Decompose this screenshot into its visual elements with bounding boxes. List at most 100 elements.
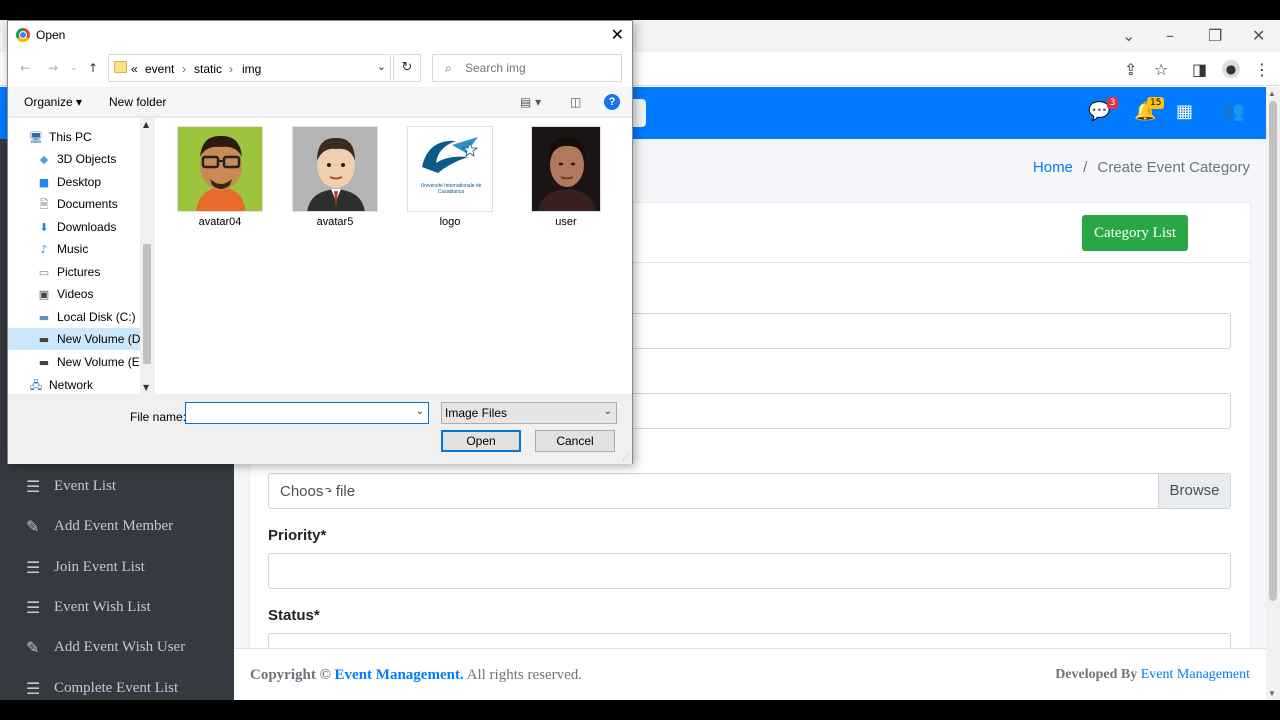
tree-item-pictures[interactable]: ▭ Pictures [8,261,140,283]
page-scrollbar[interactable]: ▲ ▼ [1266,87,1280,700]
open-button[interactable]: Open [441,430,521,452]
dialog-navigation-bar: ← → ⌄ ↑ « event › static › img ⌄ ↻ ⌕ [8,49,632,87]
view-options-icon[interactable]: ▤ ▾ [520,95,541,109]
tree-item-this-pc[interactable]: 🖥 This PC [8,126,140,148]
refresh-button[interactable]: ↻ [393,54,421,82]
tree-item-new-volume-d[interactable]: ▬ New Volume (D:) [8,328,140,350]
sidebar-item-event-wish-list[interactable]: ☰ Event Wish List [26,598,151,617]
breadcrumb-home-link[interactable]: Home [1033,159,1073,176]
file-name-label: File name: [130,410,187,424]
music-icon: ♪ [40,243,48,256]
tree-scroll-down-icon[interactable]: ▼ [143,383,149,392]
restore-button[interactable]: ❐ [1208,26,1222,45]
browse-button[interactable]: Browse [1158,474,1230,508]
messages-icon[interactable]: 💬 3 [1088,97,1119,122]
notifications-icon[interactable]: 🔔 15 [1134,97,1165,122]
menu-kebab-icon[interactable]: ⋮ [1254,60,1270,79]
scroll-down-icon[interactable]: ▼ [1268,689,1276,698]
dialog-close-button[interactable]: ✕ [611,25,624,45]
tree-scrollbar-thumb[interactable] [143,244,151,364]
dialog-search-box[interactable]: ⌕ [432,54,622,82]
tree-item-3d-objects[interactable]: ◆ 3D Objects [8,148,140,170]
file-list-pane: avatar04 avatar5 Université Internationa… [155,118,632,394]
path-segment-event[interactable]: event [145,62,174,76]
path-segment-img[interactable]: img [242,62,261,76]
video-icon: ▣ [38,288,50,301]
tree-item-music[interactable]: ♪ Music [8,238,140,260]
tree-item-desktop[interactable]: ■ Desktop [8,171,140,193]
tree-item-new-volume-e[interactable]: ▬ New Volume (E:) [8,351,140,373]
breadcrumb-current: Create Event Category [1097,159,1250,176]
apps-grid-icon[interactable]: ▦ [1176,101,1193,122]
up-arrow-icon[interactable]: ↑ [88,61,98,75]
sidebar-item-add-event-wish-user[interactable]: ✎ Add Event Wish User [26,638,185,657]
list-icon: ☰ [26,558,41,577]
category-list-button[interactable]: Category List [1082,215,1188,251]
navigation-tree: 🖥 This PC ◆ 3D Objects ■ Desktop 🗎 Documents… [8,118,154,394]
desktop-icon: ■ [38,176,50,189]
share-icon[interactable]: ⇪ [1124,60,1137,79]
minimize-button[interactable]: – [1166,26,1174,45]
chevron-down-icon[interactable]: ⌄ [377,60,386,73]
bookmark-star-icon[interactable]: ☆ [1154,60,1168,79]
cube-icon: ◆ [39,153,49,166]
tree-item-documents[interactable]: 🗎 Documents [8,193,140,215]
list-icon: ☰ [26,477,41,496]
image-file-input[interactable]: Choose file Browse [268,473,1231,509]
dialog-bottom-panel: File name: ⌄ Image Files ⌄ Open Cancel ⋰ [8,394,632,464]
tree-item-downloads[interactable]: ⬇ Downloads [8,216,140,238]
tab-list-icon[interactable]: ⌄ [1122,26,1135,45]
footer-developer-link[interactable]: Event Management [1141,667,1250,682]
file-item-user[interactable]: user [511,126,621,228]
file-type-select[interactable]: Image Files ⌄ [441,402,617,424]
logo-caption: Université Internationale de Casablanca [420,183,482,195]
new-folder-button[interactable]: New folder [109,95,166,109]
avatar5-thumbnail [292,126,378,212]
sidebar-item-complete-event-list[interactable]: ☰ Complete Event List [26,679,178,698]
drive-icon: ▬ [38,356,50,369]
address-path-box[interactable]: « event › static › img ⌄ [108,54,391,82]
tree-item-network[interactable]: 🖧 Network [8,374,140,394]
file-item-avatar5[interactable]: avatar5 [280,126,390,228]
scrollbar-thumb[interactable] [1269,101,1277,601]
cancel-button[interactable]: Cancel [535,430,615,452]
users-icon[interactable]: 👥 [1222,101,1244,122]
tree-item-local-disk-c[interactable]: ▬ Local Disk (C:) [8,306,140,328]
file-name-combobox[interactable]: ⌄ [185,402,429,424]
help-icon[interactable]: ? [604,94,620,110]
dialog-search-input[interactable] [465,59,615,77]
search-icon: ⌕ [445,61,452,75]
resize-grip-icon[interactable]: ⋰ [622,453,630,462]
sidebar-item-add-event-member[interactable]: ✎ Add Event Member [26,517,173,536]
sidebar-item-event-list[interactable]: ☰ Event List [26,477,116,496]
scroll-up-icon[interactable]: ▲ [1268,89,1276,98]
document-icon: 🗎 [39,198,49,211]
download-icon: ⬇ [39,221,49,234]
notifications-badge: 15 [1146,97,1165,109]
path-overflow[interactable]: « [131,62,138,76]
sidebar-item-join-event-list[interactable]: ☰ Join Event List [26,558,145,577]
recent-locations-icon[interactable]: ⌄ [70,63,78,73]
tree-scrollbar[interactable]: ▲ ▼ [140,118,154,394]
organize-menu[interactable]: Organize ▾ [24,95,82,109]
tree-item-videos[interactable]: ▣ Videos [8,283,140,305]
breadcrumb-separator: / [1083,159,1088,176]
file-item-logo[interactable]: Université Internationale de Casablanca … [395,126,505,228]
back-arrow-icon[interactable]: ← [20,61,30,75]
file-name-label: avatar04 [198,216,242,228]
priority-input[interactable] [268,553,1231,589]
footer-brand-link[interactable]: Event Management. [335,667,464,683]
file-type-value: Image Files [445,406,508,420]
preview-pane-icon[interactable]: ◫ [570,95,581,109]
side-panel-icon[interactable]: ◨ [1192,60,1207,79]
chevron-down-icon[interactable]: ⌄ [416,406,424,417]
file-item-avatar04[interactable]: avatar04 [165,126,275,228]
file-name-input[interactable] [189,405,409,421]
path-segment-static[interactable]: static [194,62,222,76]
profile-icon[interactable]: ● [1222,60,1240,78]
chevron-down-icon: ⌄ [603,406,612,417]
tree-scroll-up-icon[interactable]: ▲ [143,120,149,129]
file-name-label: logo [439,216,461,228]
forward-arrow-icon[interactable]: → [48,61,58,75]
close-window-button[interactable]: ✕ [1252,26,1265,45]
